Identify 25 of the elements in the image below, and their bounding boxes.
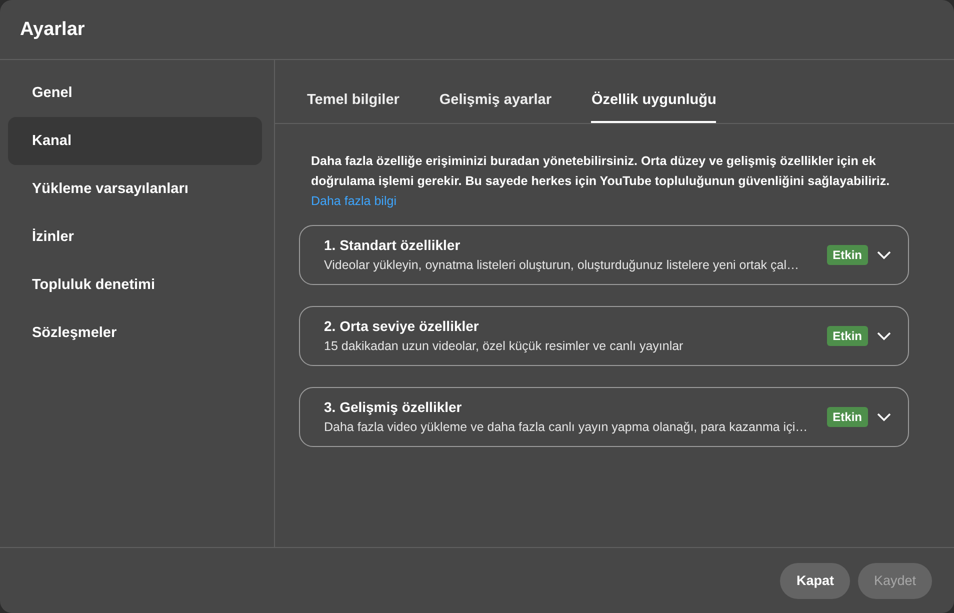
dialog-title: Ayarlar xyxy=(20,18,85,40)
sidebar-item[interactable]: İzinler xyxy=(8,213,262,261)
feature-description: Daha fazla video yükleme ve daha fazla canlı yayın yapma olanağı, para kazanma içi… xyxy=(324,419,809,435)
status-badge: Etkin xyxy=(826,326,868,346)
tab[interactable]: Gelişmiş ayarlar xyxy=(439,92,552,123)
sidebar-item[interactable]: Genel xyxy=(8,69,262,117)
status-badge: Etkin xyxy=(826,245,868,265)
feature-description: 15 dakikadan uzun videolar, özel küçük resimler ve canlı yayınlar xyxy=(324,338,684,354)
feature-title: 3. Gelişmiş özellikler xyxy=(324,399,463,415)
feature-title: 2. Orta seviye özellikler xyxy=(324,318,480,334)
sidebar-item[interactable]: Topluluk denetimi xyxy=(8,261,262,309)
intro-text: Daha fazla özelliğe erişiminizi buradan yönetebilirsiniz. Orta düzey ve gelişmiş özellikler için ek doğrulama işlemi gerekir. Bu sayede herkes için YouTube topluluğunun güvenliğini sağlayabiliriz. xyxy=(311,153,891,190)
feature-card[interactable]: 2. Orta seviye özellikler 15 dakikadan uzun videolar, özel küçük resimler ve canlı yayınlar Etkin xyxy=(299,306,909,366)
feature-card[interactable]: 1. Standart özellikler Videolar yükleyin, oynatma listeleri oluşturun, oluşturduğunuz listelere yeni ortak çal… Etkin xyxy=(299,225,909,285)
status-badge: Etkin xyxy=(826,407,868,427)
sidebar-item[interactable]: Yükleme varsayılanları xyxy=(8,165,262,213)
feature-card[interactable]: 3. Gelişmiş özellikler Daha fazla video yükleme ve daha fazla canlı yayın yapma olanağı, para kazanma içi… Etkin xyxy=(299,387,909,447)
sidebar-item[interactable]: Kanal xyxy=(8,117,262,165)
dialog-button[interactable]: Kapat xyxy=(780,562,850,598)
learn-more-link[interactable]: Daha fazla bilgi xyxy=(311,191,396,211)
feature-title: 1. Standart özellikler xyxy=(324,237,462,253)
tab[interactable]: Özellik uygunluğu xyxy=(591,92,716,123)
feature-description: Videolar yükleyin, oynatma listeleri oluşturun, oluşturduğunuz listelere yeni ortak çal… xyxy=(324,257,800,273)
sidebar-item[interactable]: Sözleşmeler xyxy=(8,309,262,357)
tab[interactable]: Temel bilgiler xyxy=(307,92,400,123)
